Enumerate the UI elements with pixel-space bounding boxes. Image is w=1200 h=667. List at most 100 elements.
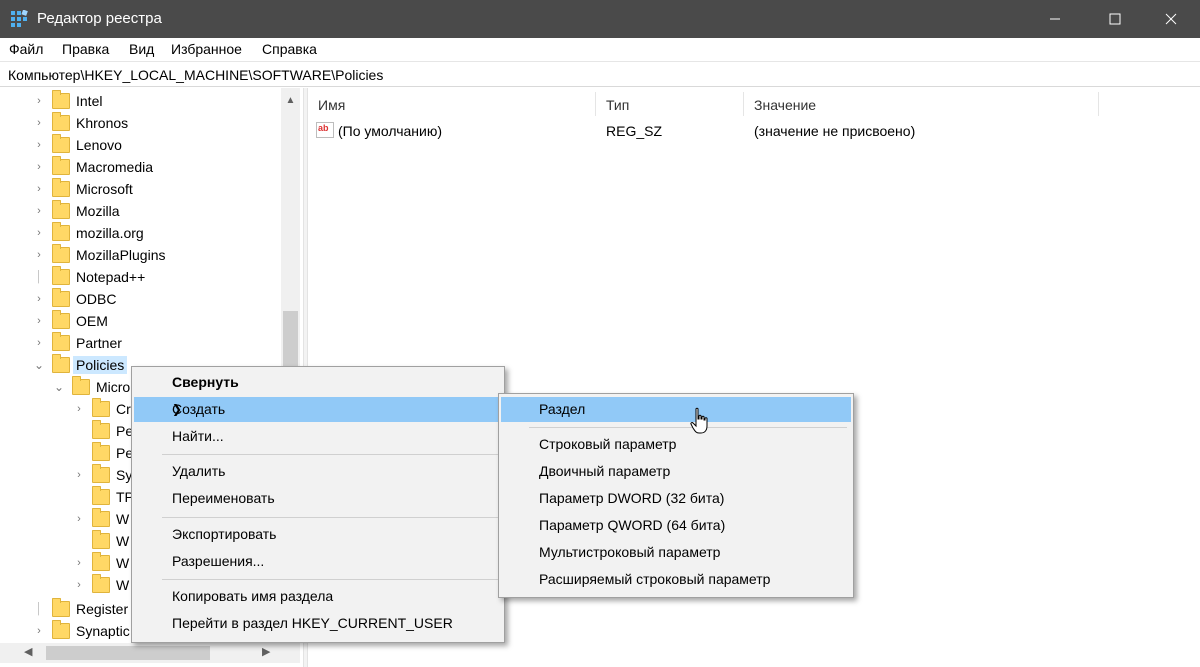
scroll-left-icon[interactable]: ◀ (24, 645, 32, 658)
tree-item[interactable]: › Sy (72, 464, 132, 486)
scrollbar-thumb[interactable] (283, 311, 298, 367)
submenu-item-dword[interactable]: Параметр DWORD (32 бита) (501, 486, 851, 511)
tree-item[interactable]: › OEM (32, 310, 108, 332)
chevron-right-icon[interactable]: › (32, 94, 46, 108)
tree-item[interactable]: › Mozilla (32, 200, 120, 222)
chevron-right-icon[interactable]: › (72, 578, 86, 592)
menu-item-collapse[interactable]: Свернуть (134, 370, 502, 395)
tree-item[interactable]: › Partner (32, 332, 122, 354)
tree-horizontal-scrollbar[interactable]: ◀ ▶ (0, 643, 300, 663)
tree-item[interactable]: › mozilla.org (32, 222, 144, 244)
menu-item-label: Удалить (172, 463, 226, 479)
submenu-item-key[interactable]: Раздел (501, 397, 851, 422)
menu-item-label: Экспортировать (172, 526, 277, 542)
folder-icon (52, 266, 70, 285)
tree-item[interactable]: TP (72, 486, 134, 508)
tree-item-label: Lenovo (76, 137, 122, 153)
tree-item-selected[interactable]: ⌄ Policies (32, 354, 128, 376)
chevron-right-icon[interactable]: › (72, 468, 86, 482)
menu-item-copy-key-name[interactable]: Копировать имя раздела (134, 584, 502, 609)
chevron-right-icon[interactable]: › (32, 624, 46, 638)
tree-line: │ (35, 271, 43, 283)
tree-item[interactable]: › Synaptic (32, 620, 130, 642)
menu-file[interactable]: Файл (9, 41, 43, 57)
menu-item-delete[interactable]: Удалить (134, 459, 502, 484)
tree-item[interactable]: › Lenovo (32, 134, 122, 156)
scroll-right-icon[interactable]: ▶ (262, 645, 270, 658)
menu-item-find[interactable]: Найти... (134, 424, 502, 449)
submenu-item-qword[interactable]: Параметр QWORD (64 бита) (501, 513, 851, 538)
menu-item-permissions[interactable]: Разрешения... (134, 549, 502, 574)
maximize-button[interactable] (1086, 0, 1144, 38)
folder-icon (92, 442, 110, 461)
tree-item-label: Notepad++ (76, 269, 146, 285)
tree-item[interactable]: › Khronos (32, 112, 128, 134)
menu-item-goto-hkcu[interactable]: Перейти в раздел HKEY_CURRENT_USER (134, 611, 502, 636)
tree-item-label: Micro (96, 379, 131, 395)
chevron-right-icon[interactable]: › (72, 402, 86, 416)
tree-item[interactable]: › MozillaPlugins (32, 244, 165, 266)
menu-edit[interactable]: Правка (62, 41, 109, 57)
menu-item-label: Двоичный параметр (539, 463, 671, 479)
folder-icon (72, 376, 90, 395)
menu-view[interactable]: Вид (129, 41, 154, 57)
chevron-right-icon[interactable]: › (32, 292, 46, 306)
tree-item[interactable]: › W (72, 552, 129, 574)
menu-item-rename[interactable]: Переименовать (134, 486, 502, 511)
address-bar[interactable]: Компьютер\HKEY_LOCAL_MACHINE\SOFTWARE\Po… (0, 63, 1200, 87)
tree-item[interactable]: │ Register (32, 598, 128, 620)
chevron-right-icon[interactable]: › (32, 248, 46, 262)
tree-item[interactable]: › W (72, 574, 129, 596)
tree-item[interactable]: › Cr (72, 398, 131, 420)
address-path[interactable]: Компьютер\HKEY_LOCAL_MACHINE\SOFTWARE\Po… (8, 67, 383, 83)
chevron-down-icon[interactable]: ⌄ (32, 358, 46, 372)
tree-item-label: Intel (76, 93, 103, 109)
tree-item-label: Macromedia (76, 159, 154, 175)
column-header-name[interactable]: Имя (308, 92, 596, 116)
chevron-right-icon[interactable]: › (32, 116, 46, 130)
folder-icon (52, 244, 70, 263)
menu-favorites[interactable]: Избранное (171, 41, 242, 57)
chevron-right-icon[interactable]: › (32, 336, 46, 350)
tree-item[interactable]: › Macromedia (32, 156, 153, 178)
tree-item[interactable]: Pe (72, 420, 133, 442)
value-data: (значение не присвоено) (754, 123, 916, 139)
tree-item[interactable]: › ODBC (32, 288, 116, 310)
submenu-item-expandable-string[interactable]: Расширяемый строковый параметр (501, 567, 851, 592)
submenu-item-multi-string[interactable]: Мультистроковый параметр (501, 540, 851, 565)
menu-item-create[interactable]: Создать ❯ (134, 397, 502, 422)
chevron-right-icon[interactable]: › (72, 512, 86, 526)
chevron-right-icon[interactable]: › (32, 314, 46, 328)
menu-item-export[interactable]: Экспортировать (134, 522, 502, 547)
tree-item[interactable]: › W (72, 508, 129, 530)
value-row[interactable]: ab (По умолчанию) REG_SZ (значение не пр… (308, 119, 1200, 143)
chevron-right-icon[interactable]: › (32, 160, 46, 174)
registry-editor-icon (11, 10, 28, 27)
folder-icon (52, 620, 70, 639)
chevron-right-icon[interactable]: › (72, 556, 86, 570)
tree-item[interactable]: › Microsoft (32, 178, 133, 200)
tree-item[interactable]: W (72, 530, 129, 552)
scroll-up-icon[interactable]: ▲ (281, 92, 300, 108)
close-button[interactable] (1142, 0, 1200, 38)
chevron-right-icon[interactable]: › (32, 182, 46, 196)
submenu-item-binary[interactable]: Двоичный параметр (501, 459, 851, 484)
chevron-right-icon[interactable]: › (32, 226, 46, 240)
menu-item-label: Мультистроковый параметр (539, 544, 721, 560)
tree-item[interactable]: │ Notepad++ (32, 266, 145, 288)
minimize-button[interactable] (1026, 0, 1084, 38)
column-header-value[interactable]: Значение (744, 92, 1099, 116)
tree-item[interactable]: ⌄ Micro (52, 376, 130, 398)
scrollbar-thumb[interactable] (46, 646, 210, 660)
tree-item-label: Policies (72, 356, 128, 374)
menu-help[interactable]: Справка (262, 41, 317, 57)
tree-item[interactable]: › Intel (32, 90, 102, 112)
tree-item[interactable]: Pe (72, 442, 133, 464)
menu-bar: Файл Правка Вид Избранное Справка (0, 38, 1200, 62)
chevron-right-icon[interactable]: › (32, 138, 46, 152)
tree-item-label: Sy (116, 467, 133, 483)
chevron-down-icon[interactable]: ⌄ (52, 380, 66, 394)
column-header-type[interactable]: Тип (596, 92, 744, 116)
chevron-right-icon[interactable]: › (32, 204, 46, 218)
submenu-item-string[interactable]: Строковый параметр (501, 432, 851, 457)
